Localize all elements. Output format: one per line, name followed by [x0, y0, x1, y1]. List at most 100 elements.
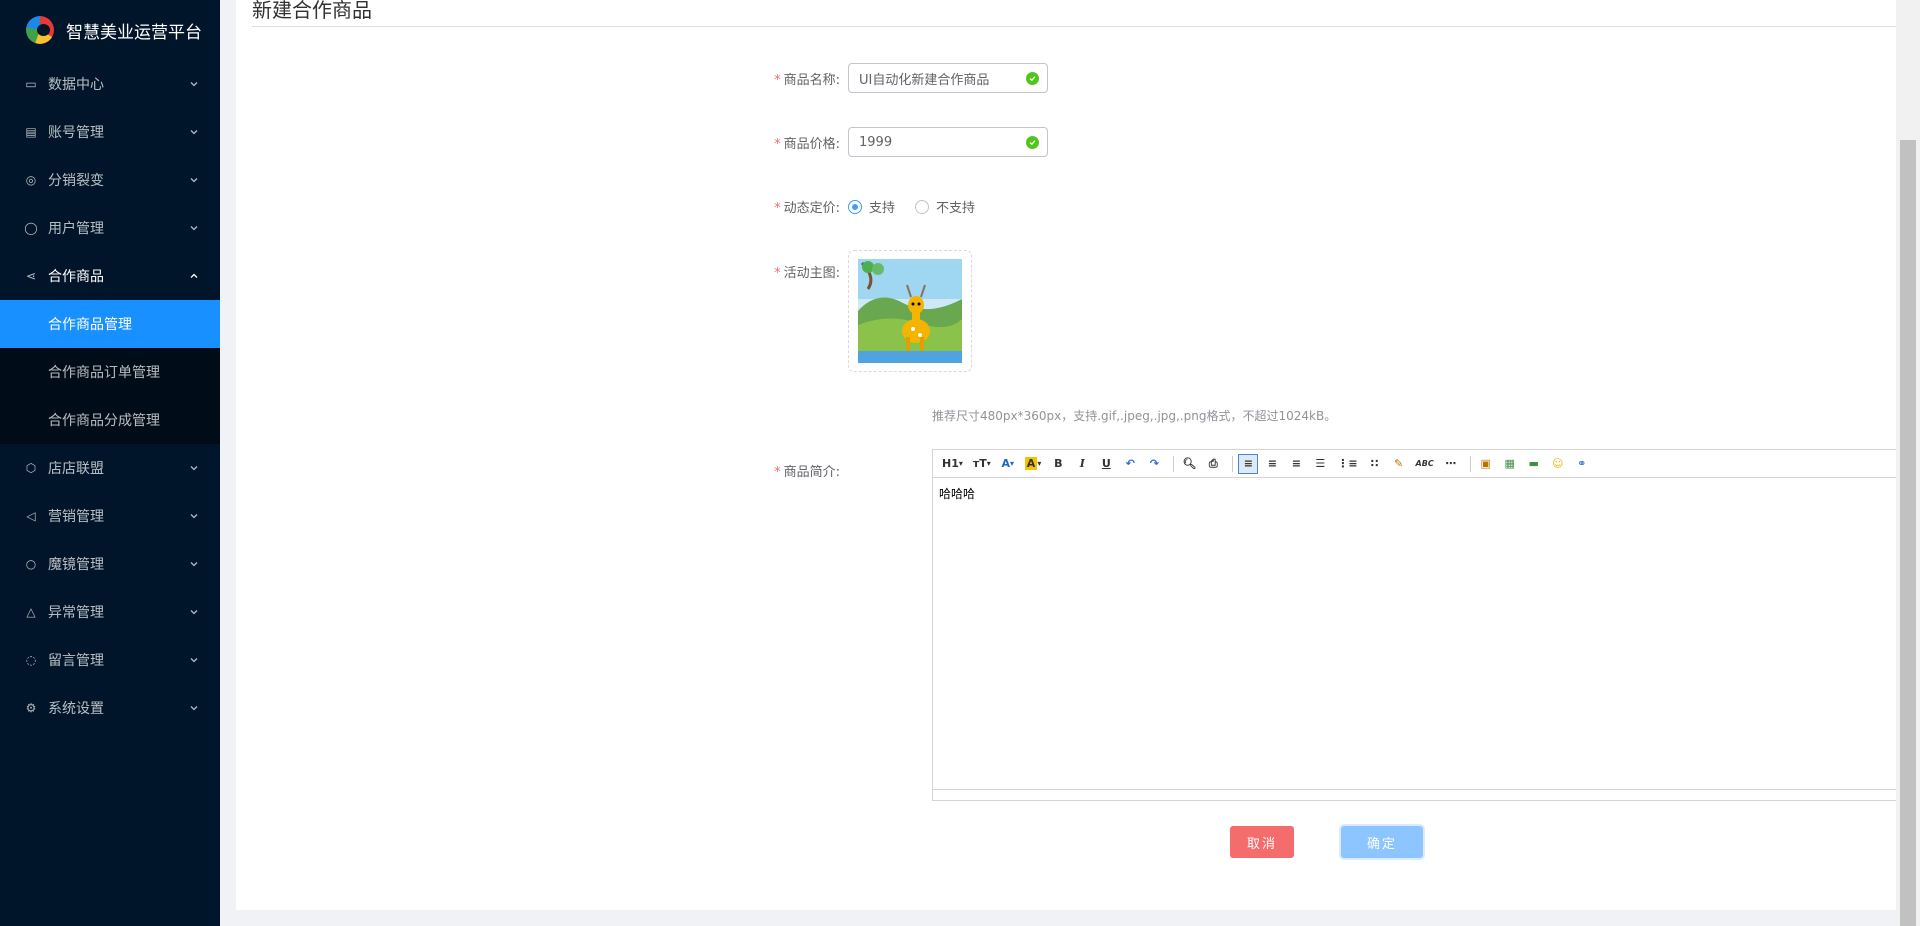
sidebar-item-users[interactable]: ◯ 用户管理 [0, 204, 220, 252]
page-title: 新建合作商品 [252, 0, 372, 22]
chevron-down-icon [188, 126, 200, 138]
chevron-down-icon [188, 78, 200, 90]
sidebar-item-label: 异常管理 [48, 605, 104, 621]
sidebar-item-system-settings[interactable]: ⚙ 系统设置 [0, 684, 220, 732]
chevron-down-icon [188, 558, 200, 570]
main-content: 新建合作商品 *商品名称: *商品价格: *动态定价: 支持 不支持 *活动主图… [236, 0, 1919, 910]
spellcheck-label: ABC [1415, 459, 1434, 468]
insert-image-icon[interactable]: ▣ [1476, 454, 1496, 474]
radio-support[interactable]: 支持 [848, 197, 895, 216]
toolbar-separator [1232, 455, 1234, 472]
user-icon: ◯ [24, 221, 38, 235]
sidebar-item-distribution[interactable]: ◎ 分销裂变 [0, 156, 220, 204]
link-icon[interactable]: ⚭ [1572, 454, 1592, 474]
align-center-icon[interactable]: ≡ [1262, 454, 1282, 474]
scrollbar[interactable] [1896, 0, 1920, 926]
logo-bar[interactable]: 智慧美业运营平台 [0, 0, 220, 60]
insert-file-icon[interactable]: ▬ [1524, 454, 1544, 474]
rich-text-editor: H1 ▾ тT ▾ A ▾ A ▾ B I U ↶ ↷ 🔍︎ ⎙ ≡ ≡ ≡ ☰ ⋮≡ … [932, 449, 1919, 801]
megaphone-icon: ◁ [26, 509, 36, 523]
uploaded-image-deer [858, 259, 962, 363]
dropdown-caret-icon: ▾ [1037, 459, 1042, 468]
editor-content[interactable]: 哈哈哈 [933, 478, 1918, 789]
cancel-button[interactable]: 取消 [1230, 826, 1294, 858]
heading-label: H1 [942, 457, 959, 470]
submenu-item-partner-share-management[interactable]: 合作商品分成管理 [0, 396, 220, 444]
dynamic-label-text: 动态定价: [783, 201, 840, 216]
preview-icon[interactable]: 🔍︎ [1179, 454, 1199, 474]
sidebar-menu: ▭ 数据中心 ▤ 账号管理 ◎ 分销裂变 ◯ 用户管理 ⋖ 合作商品 合作商品管… [0, 60, 220, 732]
price-input-box[interactable] [848, 127, 1048, 157]
italic-button[interactable]: I [1072, 454, 1092, 474]
name-input[interactable] [859, 70, 1019, 86]
required-mark: * [774, 465, 781, 480]
toolbar-separator [1173, 455, 1175, 472]
sidebar-item-exceptions[interactable]: △ 异常管理 [0, 588, 220, 636]
sidebar-item-messages[interactable]: ◌ 留言管理 [0, 636, 220, 684]
editor-footer [933, 789, 1918, 800]
emoji-icon[interactable]: ☺ [1548, 454, 1568, 474]
align-justify-icon[interactable]: ☰ [1310, 454, 1330, 474]
undo-icon[interactable]: ↶ [1120, 454, 1140, 474]
sidebar-item-label: 留言管理 [48, 653, 104, 669]
form-row-dynamic-pricing: * 动态定价: 支持 不支持 [766, 197, 995, 216]
highlight-label: A [1024, 457, 1038, 470]
dropdown-caret-icon: ▾ [958, 459, 963, 468]
underline-button[interactable]: U [1096, 454, 1116, 474]
sidebar-item-marketing[interactable]: ◁ 营销管理 [0, 492, 220, 540]
toolbar-separator [1469, 455, 1471, 472]
check-circle-icon [1026, 72, 1039, 85]
sidebar-item-label: 数据中心 [48, 77, 104, 93]
radio-dot-checked [848, 199, 862, 214]
sidebar-item-label: 魔镜管理 [48, 557, 104, 573]
chevron-up-icon [188, 270, 200, 282]
sidebar-item-label: 用户管理 [48, 221, 104, 237]
print-icon[interactable]: ⎙ [1203, 454, 1223, 474]
sidebar-item-magic-mirror[interactable]: ○ 魔镜管理 [0, 540, 220, 588]
font-color-label: A [1001, 457, 1011, 470]
font-size-button[interactable]: тT ▾ [970, 454, 994, 474]
align-left-icon[interactable]: ≡ [1238, 453, 1259, 474]
confirm-button[interactable]: 确定 [1341, 826, 1423, 858]
unordered-list-icon[interactable]: ∷ [1365, 454, 1385, 474]
spellcheck-button[interactable]: ABC [1413, 454, 1437, 474]
scrollbar-thumb[interactable] [1900, 140, 1916, 926]
upload-hint: 推荐尺寸480px*360px，支持.gif,.jpeg,.jpg,.png格式… [932, 409, 1337, 423]
name-input-box[interactable] [848, 63, 1048, 93]
font-color-button[interactable]: A ▾ [998, 454, 1018, 474]
sidebar-item-label: 合作商品 [48, 269, 104, 285]
align-right-icon[interactable]: ≡ [1286, 454, 1306, 474]
dropdown-caret-icon: ▾ [1010, 459, 1015, 468]
ordered-list-icon[interactable]: ⋮≡ [1334, 454, 1360, 474]
sidebar-item-account[interactable]: ▤ 账号管理 [0, 108, 220, 156]
price-input[interactable] [859, 134, 1019, 150]
highlight-button[interactable]: A ▾ [1022, 454, 1045, 474]
font-size-label: тT [972, 457, 987, 470]
edit-icon[interactable]: ✎ [1389, 454, 1409, 474]
share-circle-icon: ◎ [25, 173, 37, 187]
heading-button[interactable]: H1 ▾ [939, 454, 966, 474]
submenu-item-partner-product-management[interactable]: 合作商品管理 [0, 300, 220, 348]
sidebar-item-data-center[interactable]: ▭ 数据中心 [0, 60, 220, 108]
sidebar-item-store-alliance[interactable]: ⬡ 店店联盟 [0, 444, 220, 492]
page-break-icon[interactable]: ⋯ [1441, 454, 1461, 474]
radio-not-support[interactable]: 不支持 [915, 197, 975, 216]
insert-video-icon[interactable]: ▦ [1500, 454, 1520, 474]
bold-button[interactable]: B [1048, 454, 1068, 474]
radio-support-label: 支持 [869, 201, 896, 216]
redo-icon[interactable]: ↷ [1144, 454, 1164, 474]
intro-label: * 商品简介: [766, 461, 848, 480]
sidebar-item-label: 分销裂变 [48, 173, 104, 189]
chevron-down-icon [188, 702, 200, 714]
submenu-item-partner-order-management[interactable]: 合作商品订单管理 [0, 348, 220, 396]
bulb-icon: ○ [25, 557, 37, 571]
required-mark: * [774, 72, 781, 88]
image-upload[interactable] [848, 250, 972, 372]
chevron-down-icon [188, 606, 200, 618]
chevron-down-icon [188, 654, 200, 666]
check-circle-icon [1026, 136, 1039, 149]
sidebar-item-partner-products[interactable]: ⋖ 合作商品 [0, 252, 220, 300]
price-label-text: 商品价格: [783, 136, 840, 152]
price-label: * 商品价格: [766, 133, 848, 152]
image-label-text: 活动主图: [783, 266, 840, 281]
